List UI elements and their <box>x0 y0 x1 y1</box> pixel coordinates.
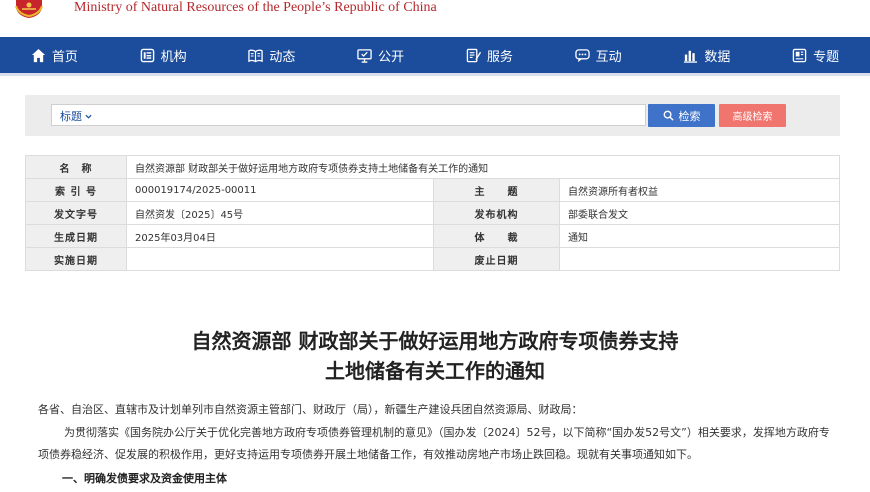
meta-key: 实施日期 <box>25 247 127 271</box>
nav-item-news[interactable]: 动态 <box>218 37 327 73</box>
document-metadata-table: 名 称 自然资源部 财政部关于做好运用地方政府专项债券支持土地储备有关工作的通知… <box>25 155 840 271</box>
advanced-search-button[interactable]: 高级检索 <box>719 104 786 127</box>
meta-value-repeal <box>559 247 840 271</box>
search-input[interactable]: 标题 <box>51 104 646 126</box>
bar-chart-icon <box>683 48 698 63</box>
site-header: Ministry of Natural Resources of the Peo… <box>0 0 870 37</box>
search-icon <box>663 110 674 121</box>
meta-key: 废止日期 <box>433 247 560 271</box>
nav-label: 专题 <box>813 49 840 65</box>
meta-value-genre: 通知 <box>559 224 840 248</box>
meta-key: 生成日期 <box>25 224 127 248</box>
meta-value-name: 自然资源部 财政部关于做好运用地方政府专项债券支持土地储备有关工作的通知 <box>126 155 840 179</box>
nav-item-interact[interactable]: 互动 <box>544 37 653 73</box>
home-icon <box>31 48 46 63</box>
meta-key: 名 称 <box>25 155 127 179</box>
table-row: 发文字号 自然资发〔2025〕45号 发布机构 部委联合发文 <box>25 201 840 225</box>
meta-value-effective <box>126 247 434 271</box>
nav-label: 服务 <box>486 49 513 65</box>
article-title-line1: 自然资源部 财政部关于做好运用地方政府专项债券支持 <box>191 329 679 353</box>
topic-icon <box>792 48 807 63</box>
national-emblem-icon <box>15 0 43 18</box>
meta-value-date: 2025年03月04日 <box>126 224 434 248</box>
meta-key: 主 题 <box>433 178 560 202</box>
meta-key: 索 引 号 <box>25 178 127 202</box>
nav-item-org[interactable]: 机构 <box>109 37 218 73</box>
search-button-label: 检索 <box>678 109 701 123</box>
nav-item-open[interactable]: 公开 <box>326 37 435 73</box>
nav-item-data[interactable]: 数据 <box>653 37 762 73</box>
site-title[interactable]: Ministry of Natural Resources of the Peo… <box>74 0 437 16</box>
nav-item-topic[interactable]: 专题 <box>761 37 870 73</box>
search-panel: 标题 检索 高级检索 <box>25 95 840 136</box>
meta-key: 体 裁 <box>433 224 560 248</box>
chat-icon <box>574 48 590 63</box>
section-heading: 一、明确发债要求及资金使用主体 <box>62 472 227 485</box>
advanced-search-label: 高级检索 <box>732 112 773 123</box>
nav-label: 公开 <box>378 49 405 65</box>
nav-label: 数据 <box>704 49 731 65</box>
search-button[interactable]: 检索 <box>648 104 715 127</box>
search-scope-label: 标题 <box>60 110 82 123</box>
chevron-down-icon <box>85 114 92 119</box>
book-icon <box>248 48 264 63</box>
table-row: 索 引 号 000019174/2025-00011 主 题 自然资源所有者权益 <box>25 178 840 202</box>
nav-divider <box>0 73 870 76</box>
meta-value-issuer: 部委联合发文 <box>559 201 840 225</box>
table-row: 实施日期 废止日期 <box>25 247 840 271</box>
main-nav: 首页 机构 动态 公开 服务 互动 数据 专题 <box>0 37 870 73</box>
table-row: 生成日期 2025年03月04日 体 裁 通知 <box>25 224 840 248</box>
article-intro: 为贯彻落实《国务院办公厅关于优化完善地方政府专项债券管理机制的意见》（国办发〔2… <box>38 426 830 461</box>
edit-doc-icon <box>466 48 481 63</box>
nav-label: 首页 <box>51 49 78 65</box>
article-title-line2: 土地储备有关工作的通知 <box>325 359 545 383</box>
meta-key: 发文字号 <box>25 201 127 225</box>
nav-label: 动态 <box>269 49 296 65</box>
org-icon <box>140 48 155 63</box>
search-scope-select[interactable]: 标题 <box>60 108 92 124</box>
nav-item-home[interactable]: 首页 <box>0 37 109 73</box>
monitor-icon <box>357 48 372 63</box>
meta-value-subject: 自然资源所有者权益 <box>559 178 840 202</box>
meta-key: 发布机构 <box>433 201 560 225</box>
table-row: 名 称 自然资源部 财政部关于做好运用地方政府专项债券支持土地储备有关工作的通知 <box>25 155 840 179</box>
nav-label: 机构 <box>160 49 187 65</box>
article-addressees: 各省、自治区、直辖市及计划单列市自然资源主管部门、财政厅（局），新疆生产建设兵团… <box>38 403 583 416</box>
nav-item-service[interactable]: 服务 <box>435 37 544 73</box>
meta-value-docno: 自然资发〔2025〕45号 <box>126 201 434 225</box>
nav-label: 互动 <box>595 49 622 65</box>
meta-value-index: 000019174/2025-00011 <box>126 178 434 202</box>
